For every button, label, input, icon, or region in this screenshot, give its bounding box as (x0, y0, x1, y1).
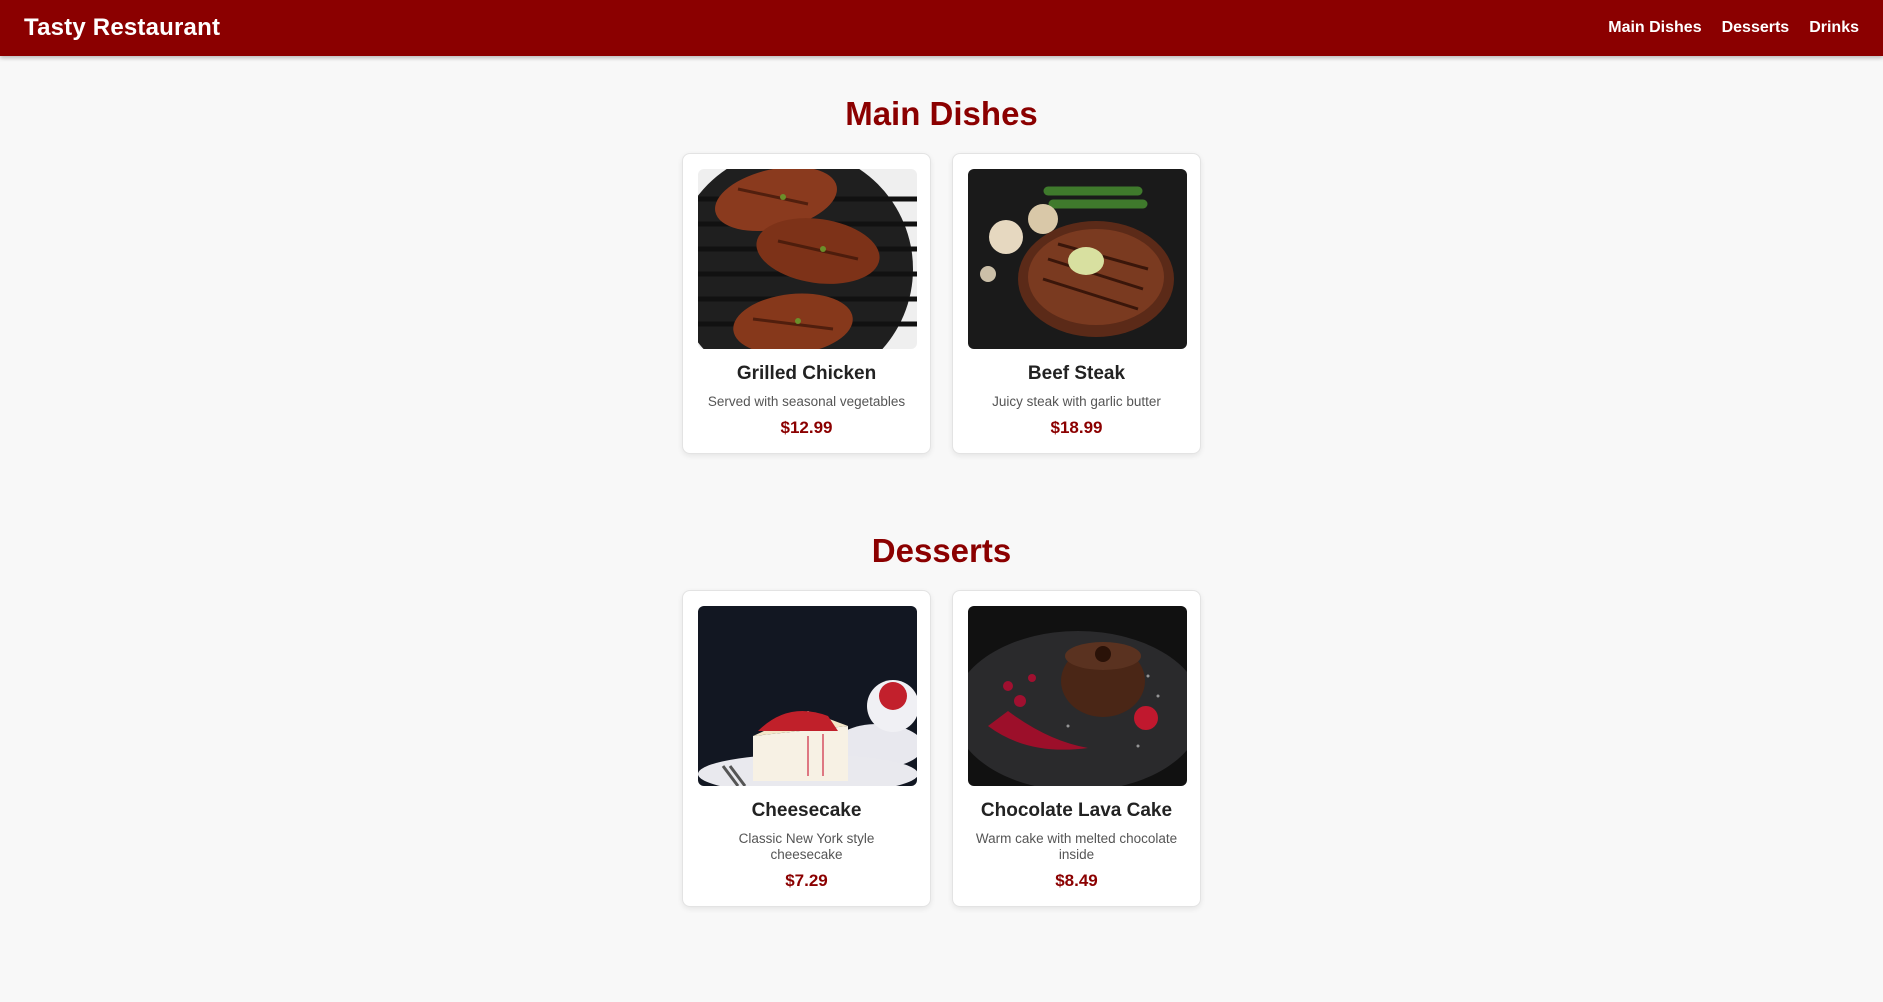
dish-description: Warm cake with melted chocolate inside (975, 831, 1178, 862)
dish-price: $8.49 (1055, 871, 1098, 890)
nav-link-drinks[interactable]: Drinks (1809, 19, 1859, 37)
dish-photo-grilled-chicken (698, 169, 917, 349)
menu-card-beef-steak[interactable]: Beef Steak Juicy steak with garlic butte… (952, 153, 1201, 454)
section-title: Main Dishes (845, 95, 1038, 132)
menu-card-cheesecake[interactable]: Cheesecake Classic New York style cheese… (682, 590, 931, 907)
dish-photo-beef-steak (968, 169, 1187, 349)
brand-title[interactable]: Tasty Restaurant (24, 14, 220, 42)
menu-card-chocolate-lava-cake[interactable]: Chocolate Lava Cake Warm cake with melte… (952, 590, 1201, 907)
dish-photo-chocolate-lava-cake (968, 606, 1187, 786)
dish-price: $7.29 (785, 871, 828, 890)
dish-photo-cheesecake (698, 606, 917, 786)
dish-price: $18.99 (1050, 418, 1103, 437)
dish-price: $12.99 (780, 418, 833, 437)
nav-link-main-dishes[interactable]: Main Dishes (1608, 19, 1701, 37)
main-nav: Main Dishes Desserts Drinks (1608, 19, 1859, 37)
dish-name: Chocolate Lava Cake (980, 800, 1173, 821)
top-navbar: Tasty Restaurant Main Dishes Desserts Dr… (0, 0, 1883, 56)
nav-link-desserts[interactable]: Desserts (1722, 19, 1790, 37)
menu-card-grilled-chicken[interactable]: Grilled Chicken Served with seasonal veg… (682, 153, 931, 454)
section-desserts: Desserts Cheesecake Classic New York sty… (0, 454, 1883, 907)
section-main-dishes: Main Dishes Grilled Chicken Served with … (0, 56, 1883, 454)
dish-name: Grilled Chicken (736, 363, 877, 384)
dish-description: Classic New York style cheesecake (738, 831, 875, 862)
menu-grid: Grilled Chicken Served with seasonal veg… (0, 153, 1883, 454)
dish-description: Served with seasonal vegetables (707, 394, 906, 409)
section-title: Desserts (871, 532, 1012, 569)
dish-description: Juicy steak with garlic butter (992, 394, 1161, 409)
menu-grid: Cheesecake Classic New York style cheese… (0, 590, 1883, 907)
dish-name: Beef Steak (1027, 363, 1126, 384)
dish-name: Cheesecake (751, 800, 862, 821)
